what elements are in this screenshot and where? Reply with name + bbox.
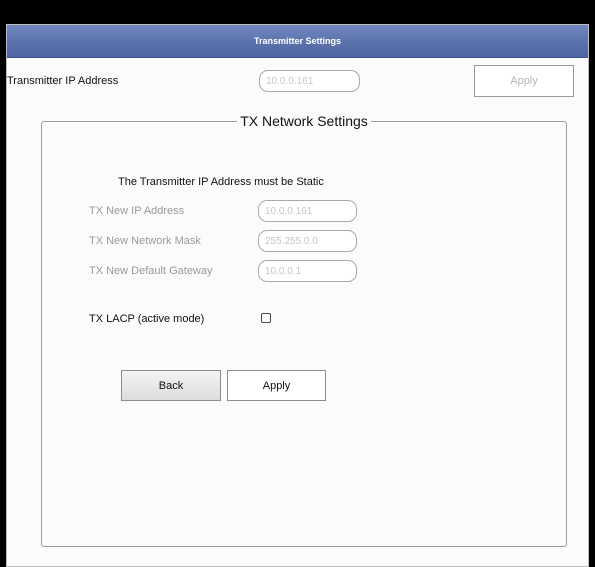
tx-lacp-checkbox[interactable]: [261, 313, 271, 323]
tx-new-gateway-input[interactable]: [258, 260, 357, 282]
tx-new-mask-label: TX New Network Mask: [89, 235, 201, 247]
tx-lacp-label: TX LACP (active mode): [89, 313, 205, 325]
tx-new-mask-input[interactable]: [258, 230, 357, 252]
static-ip-notice: The Transmitter IP Address must be Stati…: [118, 176, 324, 188]
apply-ip-button[interactable]: Apply: [474, 65, 574, 97]
back-button[interactable]: Back: [121, 370, 221, 401]
apply-network-button[interactable]: Apply: [227, 370, 326, 401]
transmitter-ip-label: Transmitter IP Address: [7, 75, 119, 87]
tx-new-ip-input[interactable]: [258, 200, 357, 222]
tx-new-gateway-label: TX New Default Gateway: [89, 265, 213, 277]
window-title: Transmitter Settings: [7, 25, 588, 58]
tx-new-ip-label: TX New IP Address: [89, 205, 185, 217]
tx-network-settings-legend: TX Network Settings: [240, 113, 368, 129]
transmitter-ip-input[interactable]: [259, 70, 360, 92]
transmitter-settings-window: Transmitter Settings Transmitter IP Addr…: [6, 24, 589, 567]
